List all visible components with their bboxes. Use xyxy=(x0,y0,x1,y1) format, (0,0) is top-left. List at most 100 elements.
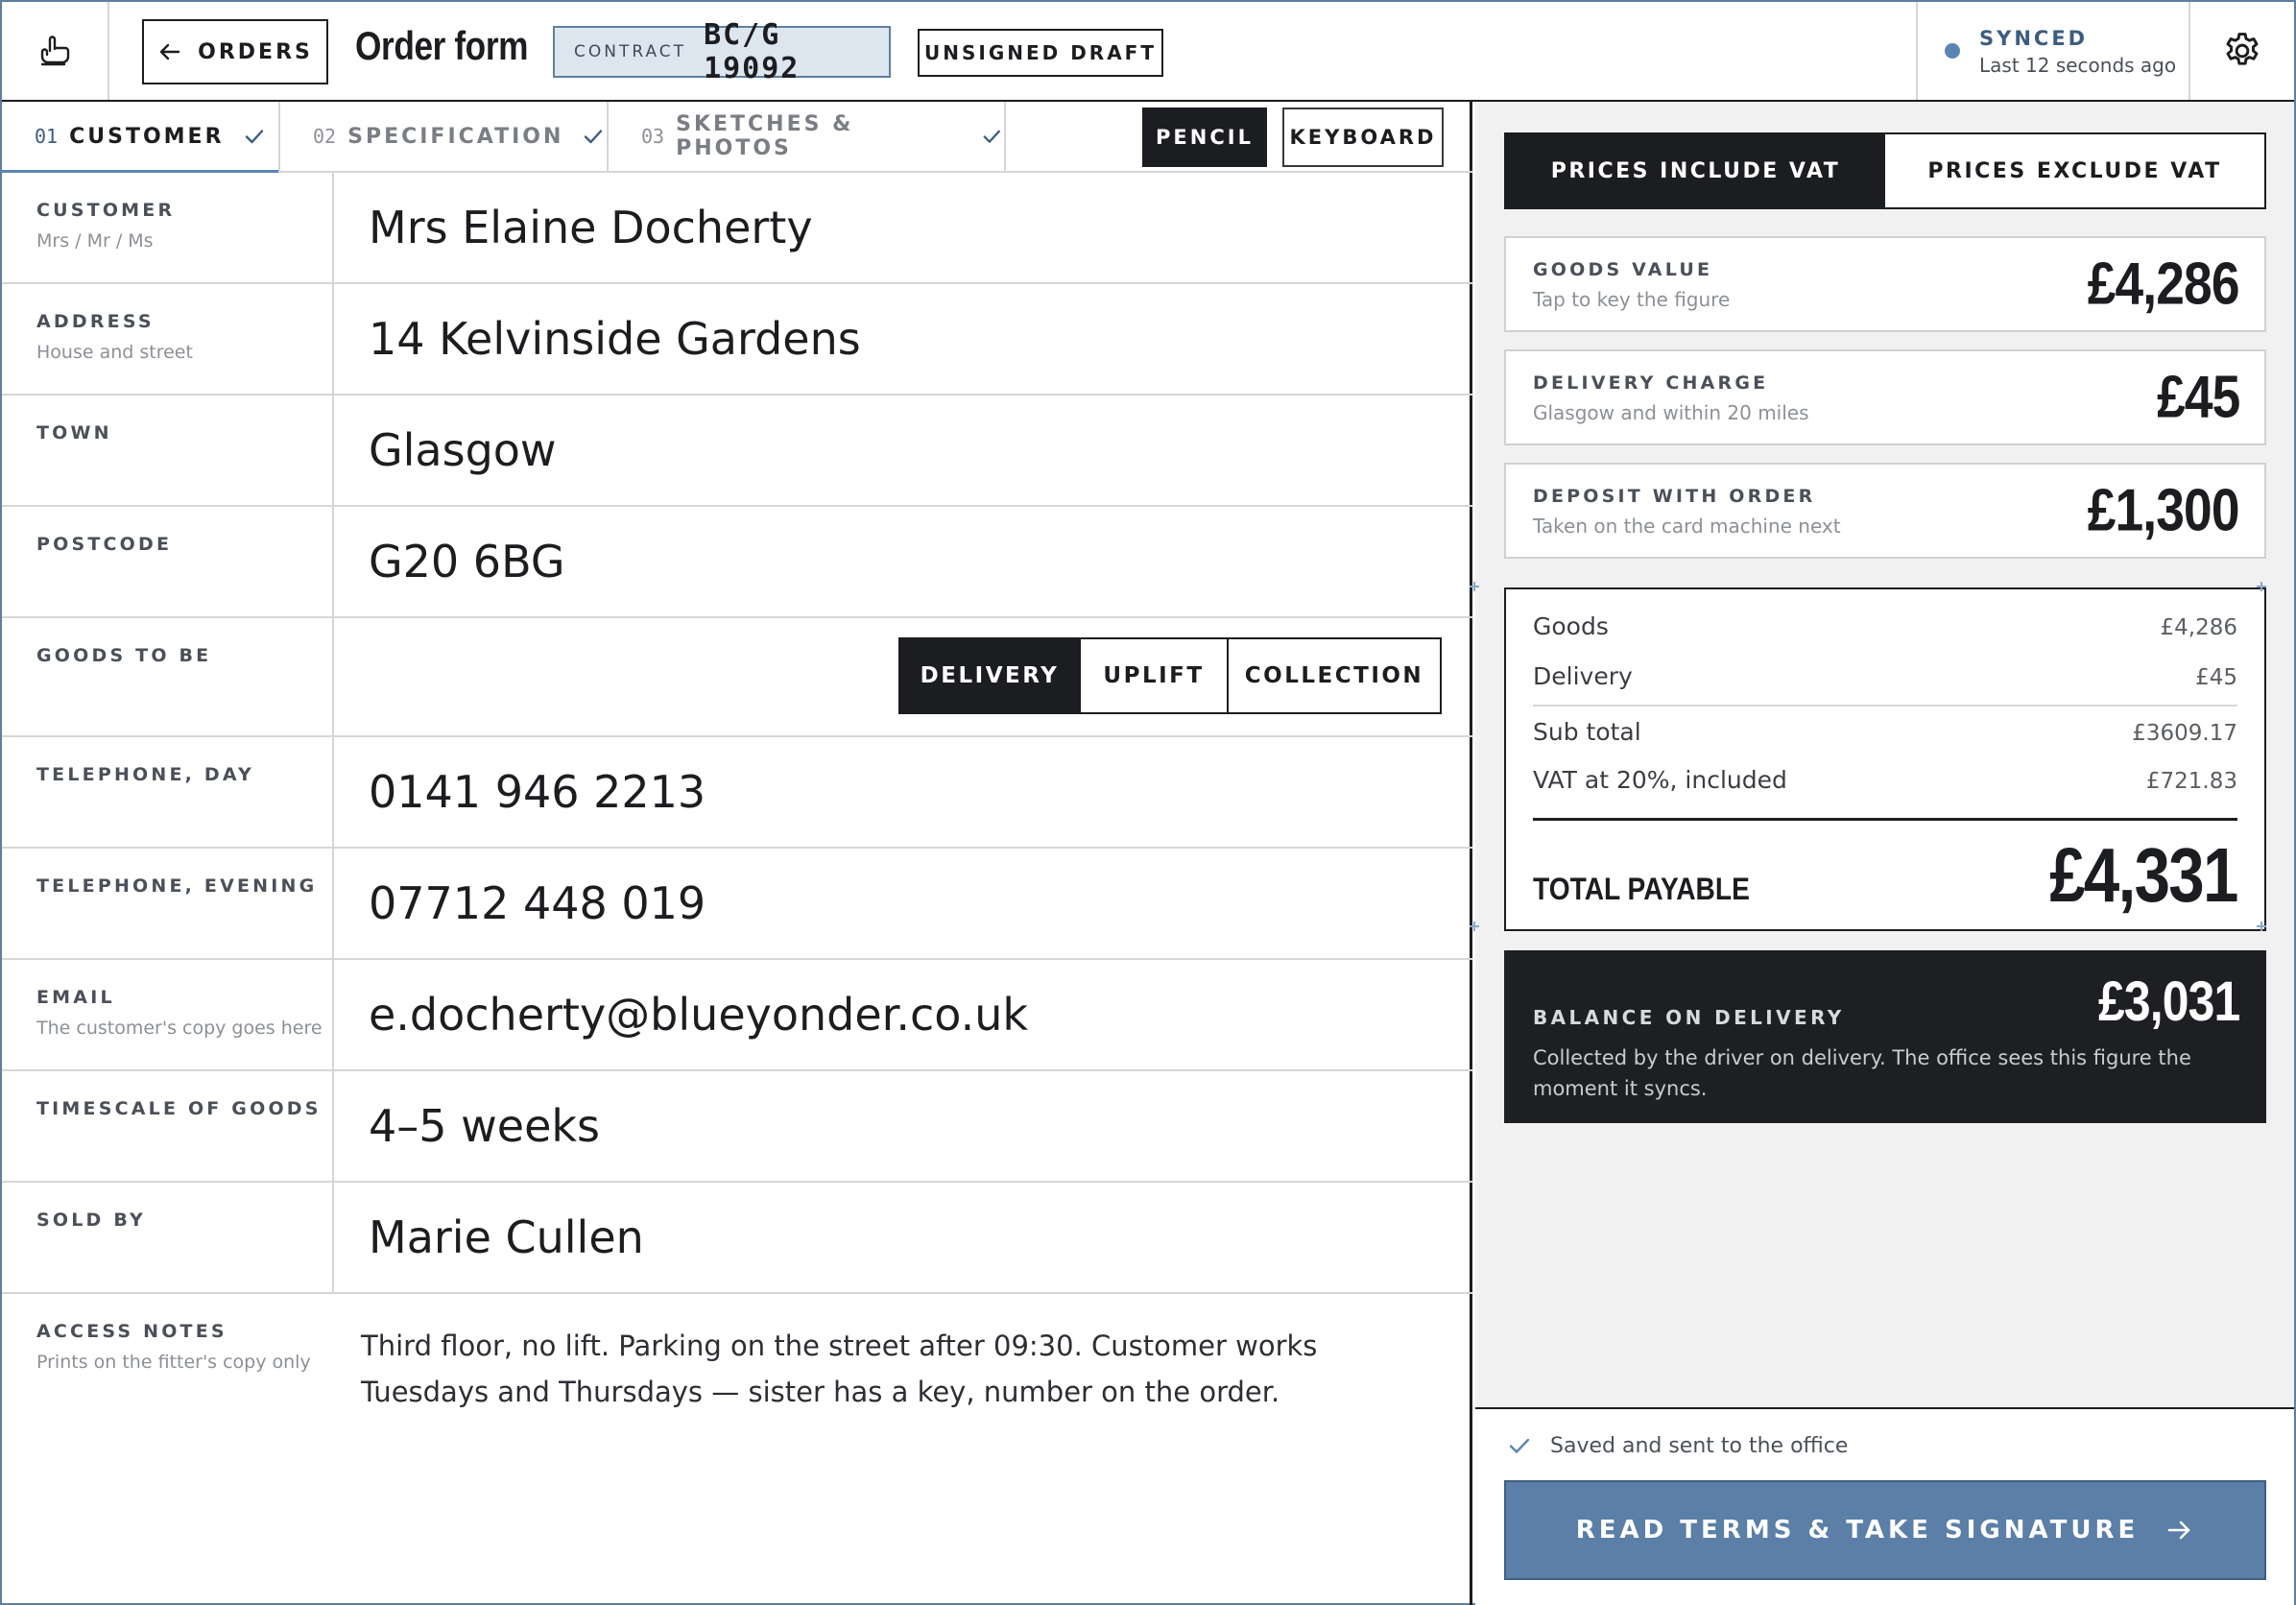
tab-label: SPECIFICATION xyxy=(347,124,564,149)
delivery-charge-amount: £45 xyxy=(2156,364,2240,431)
card-hint: Glasgow and within 20 miles xyxy=(1533,401,1809,424)
signature-footer: Saved and sent to the office READ TERMS … xyxy=(1475,1407,2294,1605)
prices-exclude-vat-option[interactable]: PRICES EXCLUDE VAT xyxy=(1885,134,2264,207)
form-row-timescale: TIMESCALE OF GOODS 4–5 weeks xyxy=(2,1071,1472,1183)
access-notes-field[interactable]: Third floor, no lift. Parking on the str… xyxy=(361,1323,1446,1415)
summary-key: Delivery xyxy=(1533,662,1633,690)
back-to-orders-button[interactable]: ORDERS xyxy=(142,19,328,84)
uplift-option[interactable]: UPLIFT xyxy=(1079,639,1227,712)
handedness-toggle[interactable] xyxy=(2,2,109,100)
field-label: SOLD BY xyxy=(36,1210,146,1231)
town-field[interactable]: Glasgow xyxy=(369,424,557,476)
sold-by-field[interactable]: Marie Cullen xyxy=(369,1211,644,1263)
tab-number: 01 xyxy=(35,125,59,148)
postcode-field[interactable]: G20 6BG xyxy=(369,536,564,587)
deposit-card[interactable]: DEPOSIT WITH ORDER Taken on the card mac… xyxy=(1504,463,2266,559)
gear-icon xyxy=(2226,33,2259,65)
vat-mode-toggle: PRICES INCLUDE VAT PRICES EXCLUDE VAT xyxy=(1504,132,2266,209)
total-payable-amount: £4,331 xyxy=(2049,832,2239,918)
step-tabs: 01 CUSTOMER 02 SPECIFICATION 03 SKETCHES… xyxy=(2,102,1472,173)
form-row-access-notes: ACCESS NOTES Prints on the fitter's copy… xyxy=(2,1294,1472,1605)
summary-goods-line: Goods £4,286 xyxy=(1533,612,2237,640)
field-label-cell: POSTCODE xyxy=(2,507,334,616)
card-label: GOODS VALUE xyxy=(1533,259,1713,280)
email-field[interactable]: e.docherty@blueyonder.co.uk xyxy=(369,989,1028,1041)
field-label: TELEPHONE, EVENING xyxy=(36,875,318,897)
field-label: ADDRESS xyxy=(36,311,155,332)
customer-name-field[interactable]: Mrs Elaine Docherty xyxy=(369,202,813,253)
corner-mark xyxy=(2257,922,2266,931)
field-label: GOODS TO BE xyxy=(36,645,212,666)
tab-sketches-photos[interactable]: 03 SKETCHES & PHOTOS xyxy=(609,102,1006,171)
field-label: CUSTOMER xyxy=(36,200,176,221)
card-hint: Tap to key the figure xyxy=(1533,288,1731,311)
sync-status[interactable]: SYNCED Last 12 seconds ago xyxy=(1916,2,2190,100)
back-button-label: ORDERS xyxy=(198,39,313,64)
field-label-cell: TIMESCALE OF GOODS xyxy=(2,1071,334,1181)
sync-status-title: SYNCED xyxy=(1979,27,2089,50)
form-row-postcode: POSTCODE G20 6BG xyxy=(2,507,1472,618)
form-row-customer: CUSTOMER Mrs / Mr / Ms Mrs Elaine Docher… xyxy=(2,173,1472,284)
tab-number: 02 xyxy=(313,125,337,148)
take-signature-button[interactable]: READ TERMS & TAKE SIGNATURE xyxy=(1504,1480,2266,1580)
summary-vat-line: VAT at 20%, included £721.83 xyxy=(1533,766,2237,794)
contract-number-chip: CONTRACT BC/G 19092 xyxy=(553,18,891,85)
telephone-day-field[interactable]: 0141 946 2213 xyxy=(369,766,706,818)
timescale-field[interactable]: 4–5 weeks xyxy=(369,1100,600,1152)
delivery-charge-card[interactable]: DELIVERY CHARGE Glasgow and within 20 mi… xyxy=(1504,349,2266,445)
goods-method-selector: DELIVERY UPLIFT COLLECTION xyxy=(898,637,1442,714)
corner-mark xyxy=(2257,582,2266,591)
form-row-telephone-evening: TELEPHONE, EVENING 07712 448 019 xyxy=(2,849,1472,960)
take-signature-label: READ TERMS & TAKE SIGNATURE xyxy=(1575,1516,2140,1545)
price-summary: Goods £4,286 Delivery £45 Sub total £360… xyxy=(1504,587,2266,931)
field-hint: House and street xyxy=(36,342,193,363)
delivery-option[interactable]: DELIVERY xyxy=(900,639,1079,712)
summary-key: VAT at 20%, included xyxy=(1533,766,1787,794)
card-hint: Taken on the card machine next xyxy=(1533,515,1841,538)
tab-specification[interactable]: 02 SPECIFICATION xyxy=(280,102,609,171)
form-row-sold-by: SOLD BY Marie Cullen xyxy=(2,1183,1472,1294)
top-bar: ORDERS Order form CONTRACT BC/G 19092 UN… xyxy=(2,2,2294,102)
field-label: TIMESCALE OF GOODS xyxy=(36,1098,322,1119)
summary-value: £4,286 xyxy=(2160,615,2237,640)
summary-subtotal-line: Sub total £3609.17 xyxy=(1533,718,2237,746)
balance-label: BALANCE ON DELIVERY xyxy=(1533,1006,1845,1029)
form-row-address: ADDRESS House and street 14 Kelvinside G… xyxy=(2,284,1472,395)
save-status: Saved and sent to the office xyxy=(1506,1432,1848,1459)
contract-number: BC/G 19092 xyxy=(704,18,801,85)
check-icon xyxy=(585,130,603,144)
summary-divider xyxy=(1533,705,2237,707)
arrow-right-icon xyxy=(2167,1521,2190,1540)
field-label: POSTCODE xyxy=(36,534,173,555)
summary-value: £721.83 xyxy=(2145,769,2237,794)
address-field[interactable]: 14 Kelvinside Gardens xyxy=(369,313,861,365)
customer-form-panel: 01 CUSTOMER 02 SPECIFICATION 03 SKETCHES… xyxy=(2,102,1472,1605)
collection-option[interactable]: COLLECTION xyxy=(1227,639,1440,712)
prices-include-vat-option[interactable]: PRICES INCLUDE VAT xyxy=(1506,134,1885,207)
card-label: DELIVERY CHARGE xyxy=(1533,372,1769,394)
summary-key: Sub total xyxy=(1533,718,1641,746)
tab-customer[interactable]: 01 CUSTOMER xyxy=(2,102,280,173)
total-payable-label: TOTAL PAYABLE xyxy=(1533,872,1750,906)
field-label-cell: ADDRESS House and street xyxy=(2,284,334,394)
field-hint: The customer's copy goes here xyxy=(36,1018,323,1039)
settings-button[interactable] xyxy=(2190,2,2294,100)
form-row-email: EMAIL The customer's copy goes here e.do… xyxy=(2,960,1472,1071)
tab-number: 03 xyxy=(641,125,665,148)
summary-value: £3609.17 xyxy=(2132,721,2237,746)
field-label: TELEPHONE, DAY xyxy=(36,764,254,785)
goods-value-card[interactable]: GOODS VALUE Tap to key the figure £4,286 xyxy=(1504,236,2266,332)
contract-label: CONTRACT xyxy=(574,42,687,61)
field-label-cell: TELEPHONE, DAY xyxy=(2,737,334,847)
keyboard-mode-button[interactable]: KEYBOARD xyxy=(1282,108,1444,167)
deposit-amount: £1,300 xyxy=(2088,477,2240,544)
order-form-app: ORDERS Order form CONTRACT BC/G 19092 UN… xyxy=(0,0,2296,1605)
summary-total-divider xyxy=(1533,818,2237,821)
check-icon xyxy=(984,130,1001,143)
pencil-mode-button[interactable]: PENCIL xyxy=(1142,108,1267,167)
telephone-evening-field[interactable]: 07712 448 019 xyxy=(369,877,706,929)
summary-delivery-line: Delivery £45 xyxy=(1533,662,2237,690)
form-row-town: TOWN Glasgow xyxy=(2,395,1472,507)
form-row-telephone-day: TELEPHONE, DAY 0141 946 2213 xyxy=(2,737,1472,849)
field-label: EMAIL xyxy=(36,987,115,1008)
